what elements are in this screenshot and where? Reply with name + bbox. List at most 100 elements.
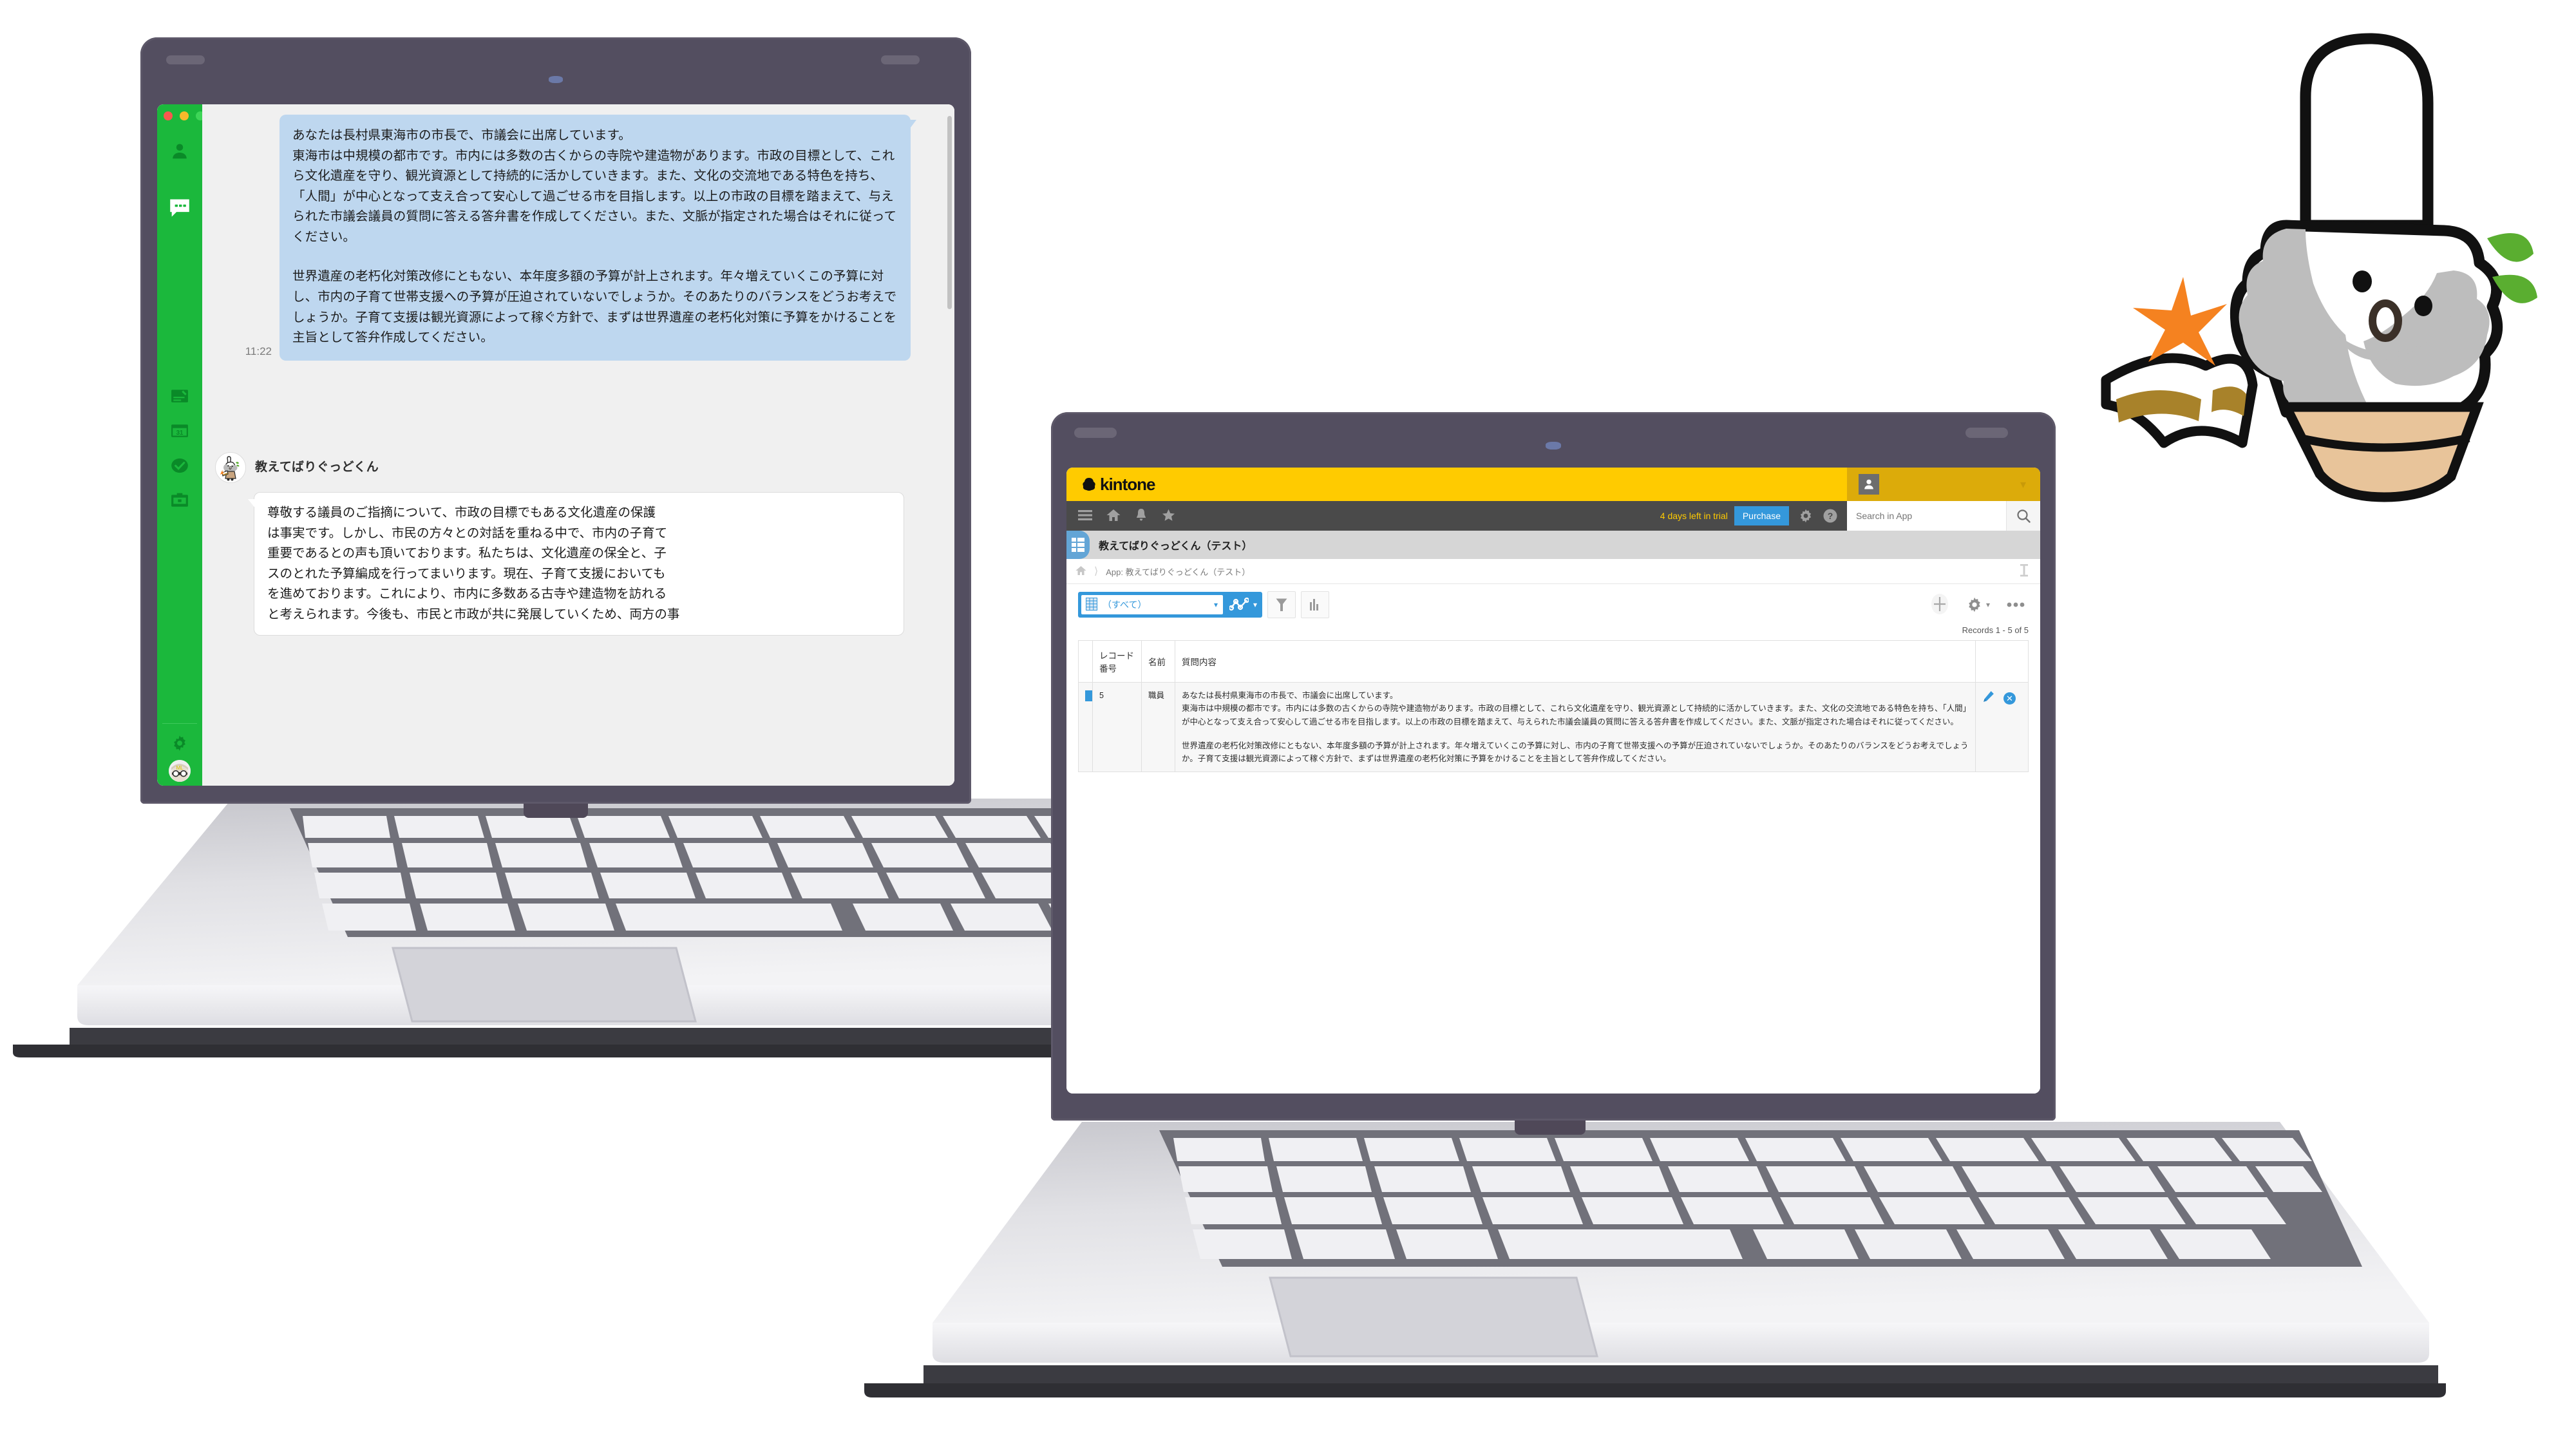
back-laptop-hinge xyxy=(524,804,588,818)
check-circle-icon xyxy=(171,458,188,473)
breadcrumb-separator: ⟩ xyxy=(1094,566,1099,577)
filter-button[interactable] xyxy=(1267,591,1296,618)
app-settings-button[interactable]: ▾ xyxy=(1966,596,1990,613)
chat-bubble-icon xyxy=(170,199,189,217)
chevron-down-icon[interactable]: ▾ xyxy=(2020,478,2026,491)
home-icon[interactable] xyxy=(1106,509,1121,524)
table-header-question[interactable]: 質問内容 xyxy=(1175,640,1976,683)
hamburger-icon[interactable] xyxy=(1078,509,1092,523)
chat-sidebar-bottom: ML xyxy=(157,723,202,782)
bell-icon[interactable] xyxy=(1135,508,1148,524)
sidebar-item-calendar[interactable]: 31 xyxy=(157,413,202,448)
more-options-button[interactable] xyxy=(2007,600,2025,610)
chart-line-icon[interactable]: ▾ xyxy=(1223,597,1262,612)
kintone-view-bar: （すべて） ▾ ▾ ▾ xyxy=(1066,584,2040,625)
sidebar-item-people[interactable] xyxy=(157,134,202,169)
lid-notch-right xyxy=(881,55,920,64)
table-header-name[interactable]: 名前 xyxy=(1141,640,1175,683)
bar-chart-icon xyxy=(1310,599,1319,611)
add-record-button[interactable] xyxy=(1930,593,1949,617)
record-count-label: Records 1 - 5 of 5 xyxy=(1962,625,2029,635)
record-table-wrapper: レコード番号 名前 質問内容 5 職員 あなたは長村県東海市の市長で、市議会に出… xyxy=(1066,640,2040,1094)
cell-name[interactable]: 職員 xyxy=(1141,681,1175,773)
sidebar-divider xyxy=(162,723,197,724)
sidebar-user-avatar[interactable]: ML xyxy=(169,760,191,782)
edit-record-button[interactable] xyxy=(1982,690,1994,706)
table-header-record-number[interactable]: レコード番号 xyxy=(1092,640,1142,683)
sidebar-item-tasks[interactable] xyxy=(157,448,202,483)
table-view-icon xyxy=(1086,597,1097,612)
minimize-window-button[interactable] xyxy=(180,111,189,120)
search-input[interactable] xyxy=(1847,510,2006,522)
breadcrumb-home-icon[interactable] xyxy=(1075,565,1086,578)
window-traffic-lights[interactable] xyxy=(164,111,205,120)
outgoing-message-row: 11:22 あなたは長村県東海市の市長で、市議会に出席しています。 東海市は中規… xyxy=(202,115,917,361)
chevron-down-icon[interactable]: ▾ xyxy=(1253,600,1257,609)
front-lid-notch-left xyxy=(1074,428,1117,438)
screenshot-stage: 31 ML 11:22 あなたは長村県東海市の市長で、市議会に出席しています。 … xyxy=(0,0,2576,1449)
kintone-nav-icons xyxy=(1078,508,1175,524)
search-button[interactable] xyxy=(2006,501,2040,531)
help-icon-button[interactable]: ? xyxy=(1823,508,1838,524)
front-laptop-lid: kintone ▾ 4 days left in trial Purchase … xyxy=(1051,412,2056,1135)
chat-sidebar-nav: 31 xyxy=(157,134,202,518)
front-laptop: kintone ▾ 4 days left in trial Purchase … xyxy=(837,412,2576,1449)
gear-icon xyxy=(174,735,185,751)
sender-avatar[interactable] xyxy=(215,452,246,483)
view-selector-box[interactable]: （すべて） ▾ xyxy=(1081,595,1223,614)
purchase-button[interactable]: Purchase xyxy=(1734,506,1789,526)
incoming-message-row: 教えてばりぐっどくん 尊敬する議員のご指摘について、市政の目標でもある文化遺産の… xyxy=(215,452,923,636)
star-icon[interactable] xyxy=(1162,509,1175,524)
lid-notch-left xyxy=(166,55,205,64)
app-title-text: 教えてばりぐっどくん（テスト） xyxy=(1099,541,1253,552)
calendar-icon: 31 xyxy=(171,424,188,437)
sidebar-item-settings[interactable] xyxy=(157,729,202,757)
briefcase-icon xyxy=(171,493,188,507)
chevron-down-icon[interactable]: ▾ xyxy=(1214,600,1218,609)
sidebar-item-chat[interactable] xyxy=(157,191,202,225)
sender-name: 教えてばりぐっどくん xyxy=(255,460,379,474)
chart-button[interactable] xyxy=(1301,591,1330,618)
kintone-app-title-bar: 教えてばりぐっどくん（テスト） xyxy=(1066,531,2040,559)
search-box[interactable] xyxy=(1847,501,2040,531)
app-icon xyxy=(1066,531,1090,559)
filter-icon xyxy=(1276,598,1287,611)
table-header-row: レコード番号 名前 質問内容 xyxy=(1078,640,2029,683)
kintone-logo[interactable]: kintone xyxy=(1081,475,1155,495)
outgoing-message-bubble[interactable]: あなたは長村県東海市の市長で、市議会に出席しています。 東海市は中規模の都市です… xyxy=(279,115,916,361)
close-window-button[interactable] xyxy=(164,111,173,120)
cell-question[interactable]: あなたは長村県東海市の市長で、市議会に出席しています。 東海市は中規模の都市です… xyxy=(1175,681,1976,773)
record-marker-icon xyxy=(1085,690,1092,701)
gear-icon xyxy=(1969,597,1980,612)
breadcrumb-label[interactable]: App: 教えてばりぐっどくん（テスト） xyxy=(1106,565,1250,578)
chevron-down-icon[interactable]: ▾ xyxy=(1986,600,1990,609)
view-name-label: （すべて） xyxy=(1103,600,1147,610)
record-list-icon xyxy=(1072,538,1084,552)
row-marker-cell xyxy=(1078,681,1093,773)
help-icon: ? xyxy=(1823,509,1837,523)
user-avatar[interactable] xyxy=(1859,474,1879,495)
kintone-brand-bar: kintone ▾ xyxy=(1066,468,2040,501)
chat-app-screen: 31 ML 11:22 あなたは長村県東海市の市長で、市議会に出席しています。 … xyxy=(157,104,954,786)
chat-scrollbar[interactable] xyxy=(947,116,952,309)
question-paragraph-1: あなたは長村県東海市の市長で、市議会に出席しています。 東海市は中規模の都市です… xyxy=(1182,691,1967,726)
avatar: ML xyxy=(169,760,191,782)
pencil-icon xyxy=(1984,691,1994,702)
back-laptop-screen-frame: 31 ML 11:22 あなたは長村県東海市の市長で、市議会に出席しています。 … xyxy=(157,104,954,786)
sidebar-item-toolbox[interactable] xyxy=(157,483,202,518)
incoming-message-bubble[interactable]: 尊敬する議員のご指摘について、市政の目標でもある文化遺産の保護 は事実です。しか… xyxy=(248,492,904,636)
view-selector[interactable]: （すべて） ▾ ▾ xyxy=(1078,592,1263,618)
table-row[interactable]: 5 職員 あなたは長村県東海市の市長で、市議会に出席しています。 東海市は中規模… xyxy=(1078,681,2029,773)
kintone-toolbar: 4 days left in trial Purchase ? Search i… xyxy=(1066,501,2040,531)
incoming-message-body: 尊敬する議員のご指摘について、市政の目標でもある文化遺産の保護 は事実です。しか… xyxy=(267,506,680,621)
pin-icon[interactable] xyxy=(2020,564,2029,579)
kintone-user-area[interactable]: ▾ xyxy=(1847,468,2040,501)
sidebar-item-note[interactable] xyxy=(157,379,202,413)
delete-record-button[interactable]: ✕ xyxy=(2003,692,2016,705)
front-webcam-icon xyxy=(1546,442,1561,450)
cell-record-number[interactable]: 5 xyxy=(1092,681,1142,773)
settings-icon-button[interactable] xyxy=(1798,508,1814,524)
gear-icon xyxy=(1800,509,1812,523)
chat-sidebar: 31 ML xyxy=(157,104,205,786)
record-table: レコード番号 名前 質問内容 5 職員 あなたは長村県東海市の市長で、市議会に出… xyxy=(1078,640,2029,773)
